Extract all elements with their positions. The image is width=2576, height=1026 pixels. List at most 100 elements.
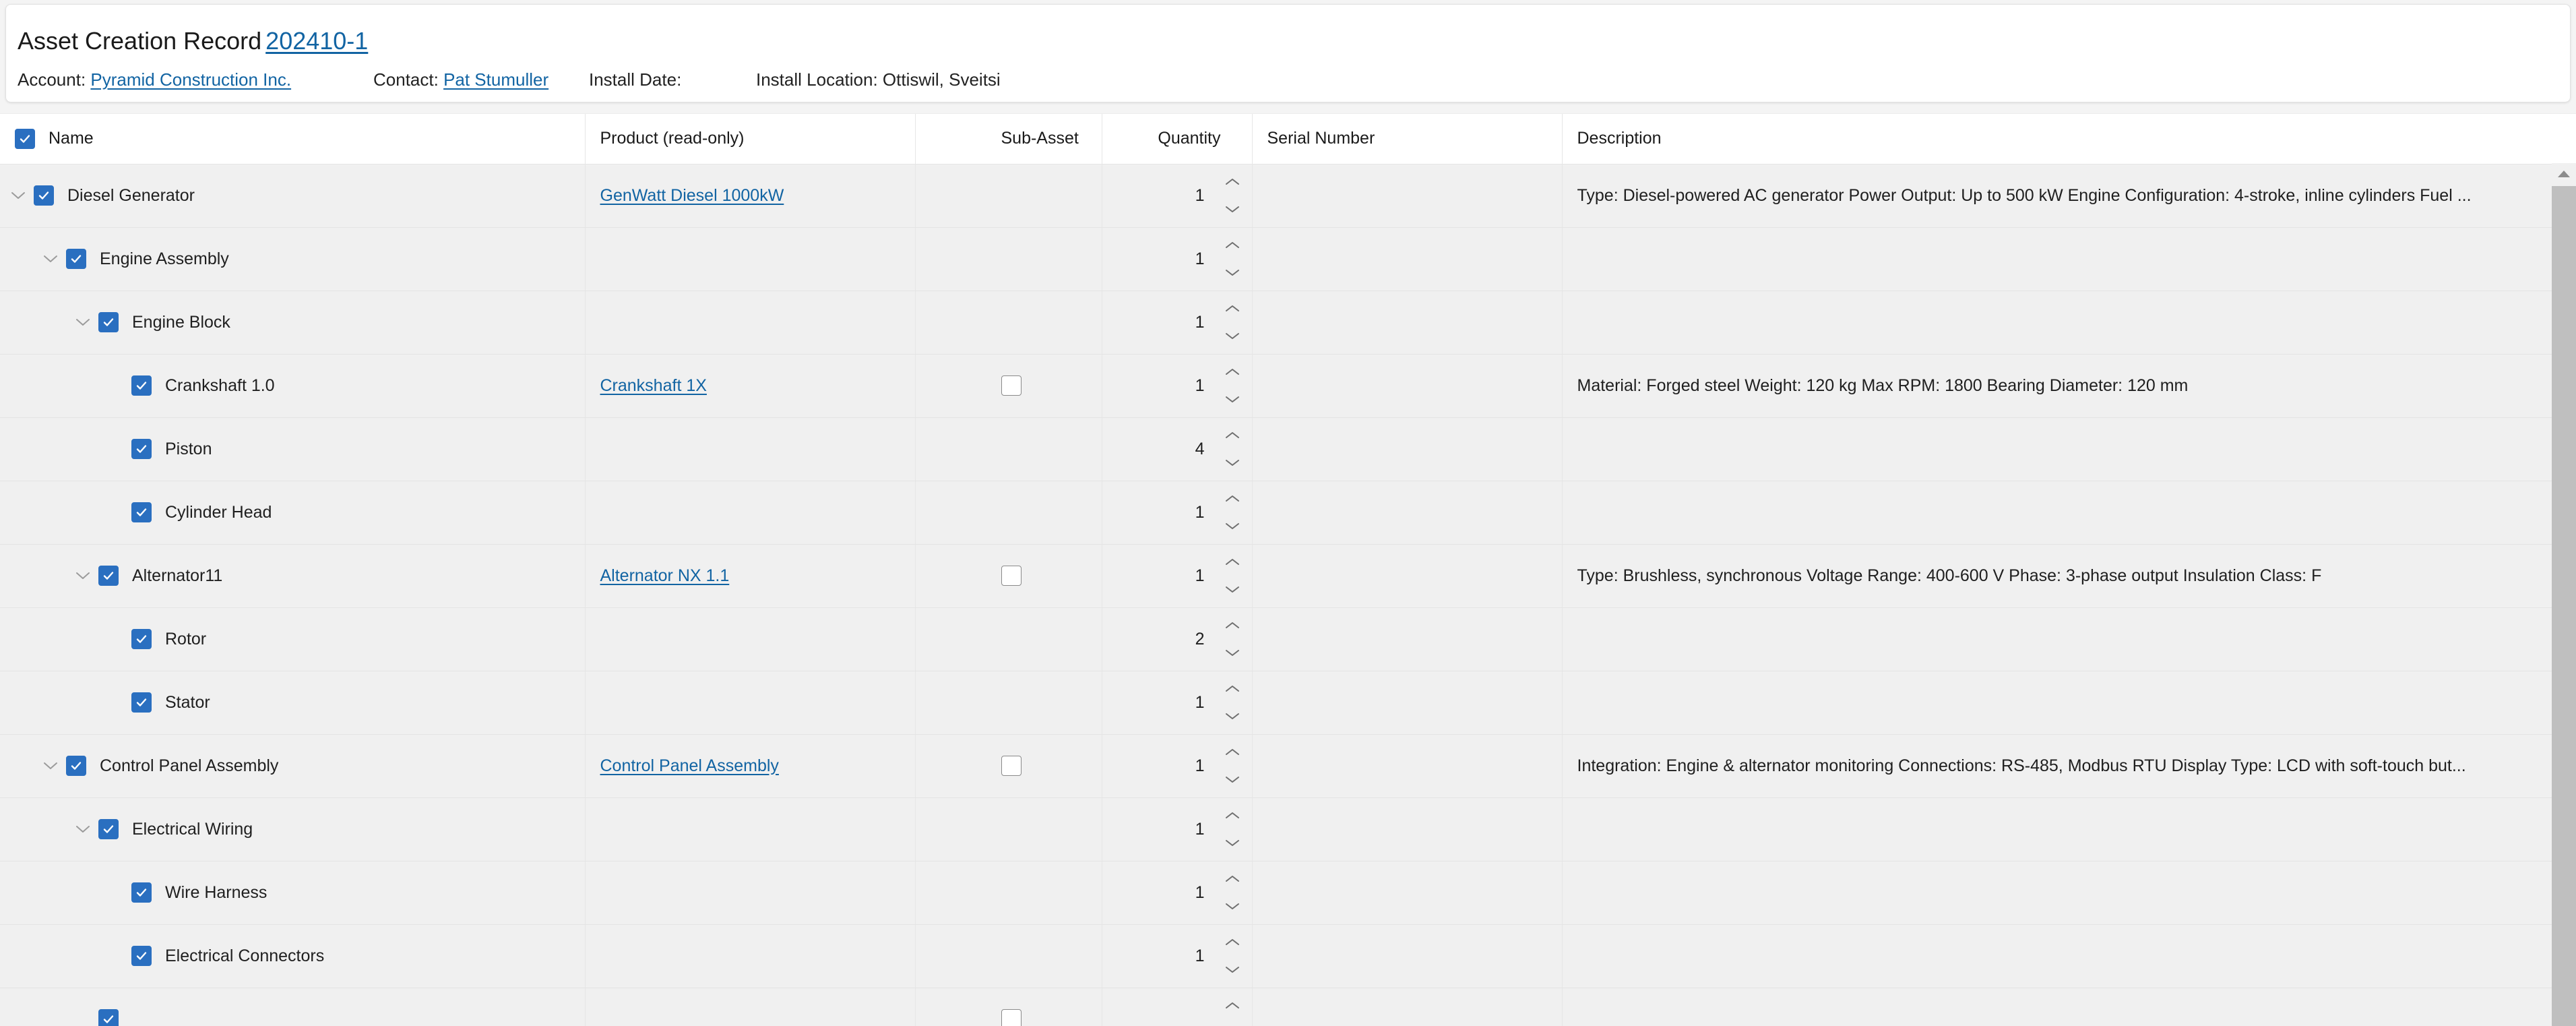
- contact-link[interactable]: Pat Stumuller: [443, 69, 548, 90]
- cell-serial-number[interactable]: [1252, 544, 1563, 608]
- quantity-value[interactable]: 1: [1195, 186, 1205, 206]
- stepper-down-icon[interactable]: [1222, 965, 1243, 974]
- stepper-down-icon[interactable]: [1222, 775, 1243, 784]
- cell-serial-number[interactable]: [1252, 924, 1563, 988]
- vertical-scrollbar[interactable]: [2552, 163, 2576, 1026]
- stepper-down-icon[interactable]: [1222, 584, 1243, 594]
- stepper-up-icon[interactable]: [1222, 621, 1243, 630]
- quantity-value[interactable]: 1: [1195, 820, 1205, 839]
- cell-serial-number[interactable]: [1252, 291, 1563, 355]
- stepper-up-icon[interactable]: [1222, 367, 1243, 377]
- table-row[interactable]: Diesel Generator GenWatt Diesel 1000kW 1 Ty…: [0, 164, 2576, 228]
- cell-serial-number[interactable]: [1252, 481, 1563, 545]
- stepper-up-icon[interactable]: [1222, 557, 1243, 567]
- quantity-stepper[interactable]: [1222, 304, 1243, 340]
- subasset-checkbox[interactable]: [1001, 566, 1022, 586]
- product-link[interactable]: Crankshaft 1X: [600, 376, 707, 395]
- row-select-checkbox[interactable]: [131, 946, 152, 966]
- product-link[interactable]: GenWatt Diesel 1000kW: [600, 186, 784, 205]
- quantity-stepper[interactable]: [1222, 748, 1243, 784]
- row-select-checkbox[interactable]: [131, 502, 152, 522]
- row-select-checkbox[interactable]: [98, 566, 119, 586]
- row-select-checkbox[interactable]: [34, 185, 54, 206]
- quantity-value[interactable]: 2: [1195, 630, 1205, 649]
- cell-serial-number[interactable]: [1252, 354, 1563, 418]
- cell-serial-number[interactable]: [1252, 607, 1563, 671]
- quantity-stepper[interactable]: [1222, 494, 1243, 531]
- quantity-stepper[interactable]: [1222, 684, 1243, 721]
- quantity-stepper[interactable]: [1222, 431, 1243, 467]
- table-row[interactable]: Electrical Wiring 1: [0, 797, 2576, 862]
- row-select-checkbox[interactable]: [98, 819, 119, 839]
- quantity-stepper[interactable]: [1222, 811, 1243, 847]
- record-number-link[interactable]: 202410-1: [265, 27, 368, 55]
- stepper-down-icon[interactable]: [1222, 838, 1243, 847]
- quantity-value[interactable]: 1: [1195, 883, 1205, 903]
- stepper-up-icon[interactable]: [1222, 241, 1243, 250]
- table-row[interactable]: Alternator11 Alternator NX 1.1 1 Type: Brus…: [0, 544, 2576, 608]
- product-link[interactable]: Alternator NX 1.1: [600, 566, 730, 585]
- quantity-value[interactable]: 1: [1195, 503, 1205, 522]
- account-link[interactable]: Pyramid Construction Inc.: [90, 69, 291, 90]
- stepper-down-icon[interactable]: [1222, 204, 1243, 214]
- table-row[interactable]: Control Panel Assembly Control Panel Asse…: [0, 734, 2576, 798]
- subasset-checkbox[interactable]: [1001, 375, 1022, 396]
- scrollbar-thumb[interactable]: [2552, 186, 2576, 1026]
- table-row[interactable]: Cylinder Head 1: [0, 481, 2576, 545]
- quantity-value[interactable]: 1: [1195, 756, 1205, 776]
- quantity-value[interactable]: 1: [1195, 376, 1205, 396]
- chevron-down-icon[interactable]: [71, 818, 94, 841]
- cell-serial-number[interactable]: [1252, 734, 1563, 798]
- quantity-stepper[interactable]: [1222, 874, 1243, 911]
- cell-serial-number[interactable]: [1252, 227, 1563, 291]
- stepper-down-icon[interactable]: [1222, 268, 1243, 277]
- chevron-down-icon[interactable]: [71, 564, 94, 587]
- quantity-stepper[interactable]: [1222, 938, 1243, 974]
- quantity-stepper[interactable]: [1222, 557, 1243, 594]
- stepper-down-icon[interactable]: [1222, 394, 1243, 404]
- stepper-down-icon[interactable]: [1222, 648, 1243, 657]
- stepper-up-icon[interactable]: [1222, 874, 1243, 884]
- row-select-checkbox[interactable]: [131, 882, 152, 903]
- subasset-checkbox[interactable]: [1001, 756, 1022, 776]
- stepper-up-icon[interactable]: [1222, 938, 1243, 947]
- table-row[interactable]: Crankshaft 1.0 Crankshaft 1X 1 Material: Fo…: [0, 354, 2576, 418]
- stepper-down-icon[interactable]: [1222, 331, 1243, 340]
- stepper-down-icon[interactable]: [1222, 711, 1243, 721]
- row-select-checkbox[interactable]: [131, 375, 152, 396]
- table-row[interactable]: Piston 4: [0, 417, 2576, 481]
- quantity-stepper[interactable]: [1222, 1001, 1243, 1026]
- quantity-value[interactable]: 1: [1195, 693, 1205, 713]
- stepper-up-icon[interactable]: [1222, 304, 1243, 313]
- quantity-value[interactable]: 4: [1195, 440, 1205, 459]
- quantity-value[interactable]: 1: [1195, 313, 1205, 332]
- cell-serial-number[interactable]: [1252, 417, 1563, 481]
- chevron-down-icon[interactable]: [39, 247, 62, 270]
- chevron-down-icon[interactable]: [7, 184, 30, 207]
- table-row[interactable]: Engine Assembly 1: [0, 227, 2576, 291]
- stepper-down-icon[interactable]: [1222, 521, 1243, 531]
- row-select-checkbox[interactable]: [131, 439, 152, 459]
- quantity-value[interactable]: 1: [1195, 946, 1205, 966]
- chevron-down-icon[interactable]: [71, 311, 94, 334]
- row-select-checkbox[interactable]: [131, 629, 152, 649]
- chevron-down-icon[interactable]: [39, 754, 62, 777]
- quantity-stepper[interactable]: [1222, 621, 1243, 657]
- scroll-up-arrow-icon[interactable]: [2552, 163, 2576, 185]
- cell-serial-number[interactable]: [1252, 164, 1563, 228]
- stepper-down-icon[interactable]: [1222, 901, 1243, 911]
- row-select-checkbox[interactable]: [66, 249, 86, 269]
- stepper-up-icon[interactable]: [1222, 494, 1243, 504]
- table-row[interactable]: Engine Block 1: [0, 291, 2576, 355]
- stepper-up-icon[interactable]: [1222, 811, 1243, 820]
- row-select-checkbox[interactable]: [98, 312, 119, 332]
- stepper-up-icon[interactable]: [1222, 1001, 1243, 1010]
- table-row[interactable]: Wire Harness 1: [0, 861, 2576, 925]
- row-select-checkbox[interactable]: [66, 756, 86, 776]
- row-select-checkbox[interactable]: [98, 1009, 119, 1026]
- quantity-value[interactable]: 1: [1195, 249, 1205, 269]
- cell-serial-number[interactable]: [1252, 988, 1563, 1026]
- row-select-checkbox[interactable]: [131, 692, 152, 713]
- quantity-stepper[interactable]: [1222, 177, 1243, 214]
- cell-serial-number[interactable]: [1252, 671, 1563, 735]
